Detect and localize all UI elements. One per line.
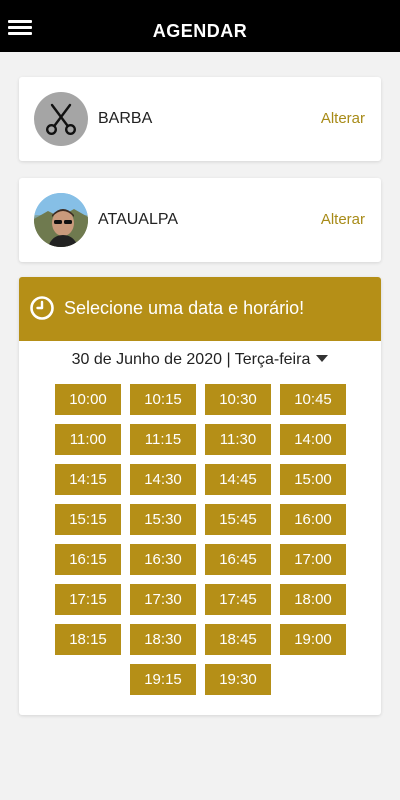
service-name: BARBA <box>98 110 153 127</box>
time-slot-button[interactable]: 19:15 <box>130 664 196 695</box>
service-avatar <box>34 92 88 146</box>
time-slots-grid: 10:00 10:15 10:30 10:45 11:00 11:15 11:30 14:00… <box>55 384 347 695</box>
time-slot-button[interactable]: 19:30 <box>205 664 271 695</box>
schedule-header: Selecione uma data e horário! <box>19 277 381 341</box>
time-slot-button[interactable]: 19:00 <box>280 624 346 655</box>
time-slot-button[interactable]: 17:15 <box>55 584 121 615</box>
clock-icon <box>30 296 54 320</box>
time-slot-button[interactable]: 10:00 <box>55 384 121 415</box>
time-slot-button[interactable]: 15:45 <box>205 504 271 535</box>
professional-name: ATAUALPA <box>98 211 179 228</box>
scissors-icon <box>45 103 77 136</box>
time-slot-button[interactable]: 15:30 <box>130 504 196 535</box>
time-slot-button[interactable]: 11:30 <box>205 424 271 455</box>
time-slot-button[interactable]: 18:00 <box>280 584 346 615</box>
time-slot-button[interactable]: 16:00 <box>280 504 346 535</box>
time-slot-button[interactable]: 17:30 <box>130 584 196 615</box>
time-slot-button[interactable]: 10:15 <box>130 384 196 415</box>
change-service-link[interactable]: Alterar <box>321 77 365 161</box>
time-slot-button[interactable]: 14:15 <box>55 464 121 495</box>
schedule-title: Selecione uma data e horário! <box>64 298 305 318</box>
professional-photo <box>34 193 88 247</box>
time-slot-button[interactable]: 11:00 <box>55 424 121 455</box>
time-slot-button[interactable]: 14:00 <box>280 424 346 455</box>
date-selector[interactable]: 30 de Junho de 2020 | Terça-feira <box>19 347 381 373</box>
time-slot-button[interactable]: 16:45 <box>205 544 271 575</box>
time-slot-button[interactable]: 17:00 <box>280 544 346 575</box>
time-slot-button[interactable]: 11:15 <box>130 424 196 455</box>
professional-card: ATAUALPA Alterar <box>19 178 381 262</box>
time-slot-button[interactable]: 10:45 <box>280 384 346 415</box>
caret-down-icon <box>316 355 329 362</box>
time-slot-button[interactable]: 15:15 <box>55 504 121 535</box>
page-title: AGENDAR <box>152 21 248 41</box>
time-slot-button[interactable]: 18:30 <box>130 624 196 655</box>
professional-avatar <box>34 193 88 247</box>
time-slot-button[interactable]: 16:30 <box>130 544 196 575</box>
time-slot-button[interactable]: 18:45 <box>205 624 271 655</box>
top-app-bar: AGENDAR <box>0 0 400 52</box>
time-slot-button[interactable]: 17:45 <box>205 584 271 615</box>
change-professional-link[interactable]: Alterar <box>321 178 365 262</box>
time-slot-button[interactable]: 15:00 <box>280 464 346 495</box>
time-slot-button[interactable]: 18:15 <box>55 624 121 655</box>
selected-date: 30 de Junho de 2020 | Terça-feira <box>71 351 311 368</box>
service-card: BARBA Alterar <box>19 77 381 161</box>
time-slot-button[interactable]: 16:15 <box>55 544 121 575</box>
schedule-card: Selecione uma data e horário! 30 de Junh… <box>19 277 381 715</box>
time-slot-button[interactable]: 14:45 <box>205 464 271 495</box>
time-slot-button[interactable]: 10:30 <box>205 384 271 415</box>
time-slot-button[interactable]: 14:30 <box>130 464 196 495</box>
